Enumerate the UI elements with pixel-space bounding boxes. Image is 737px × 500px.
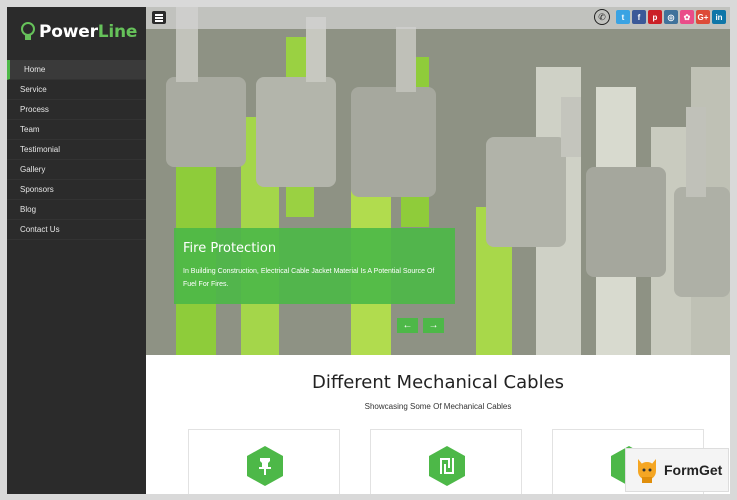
sidebar-item-contact-us[interactable]: Contact Us [7, 220, 146, 240]
formget-text: FormGet [664, 462, 723, 478]
page-frame: PowerLine Home Service Process Team Testimon… [7, 7, 730, 494]
twitter-icon[interactable]: t [616, 10, 630, 24]
slide-title: Fire Protection [183, 241, 277, 256]
pin-icon [247, 446, 283, 486]
sidebar-item-service[interactable]: Service [7, 80, 146, 100]
slide-text: In Building Construction, Electrical Cab… [183, 268, 435, 288]
arrow-right-icon: → [428, 320, 439, 331]
logo[interactable]: PowerLine [19, 19, 137, 45]
sidebar: PowerLine Home Service Process Team Testimon… [7, 7, 146, 494]
slider-next-button[interactable]: → [423, 318, 444, 333]
google-plus-icon[interactable]: G+ [696, 10, 710, 24]
linkedin-icon[interactable]: in [712, 10, 726, 24]
section-title: Different Mechanical Cables [311, 372, 565, 393]
bulb-logo-icon [21, 22, 35, 40]
menu-toggle-button[interactable] [152, 11, 166, 24]
sidebar-item-gallery[interactable]: Gallery [7, 160, 146, 180]
sidebar-item-testimonial[interactable]: Testimonial [7, 140, 146, 160]
sidebar-item-home[interactable]: Home [7, 60, 146, 80]
top-bar: ✆ t f p ◎ ✿ G+ in [146, 7, 730, 29]
sidebar-item-sponsors[interactable]: Sponsors [7, 180, 146, 200]
formget-badge[interactable]: FormGet [625, 448, 729, 492]
facebook-icon[interactable]: f [632, 10, 646, 24]
sidebar-item-process[interactable]: Process [7, 100, 146, 120]
slider-prev-button[interactable]: ← [397, 318, 418, 333]
sidebar-item-blog[interactable]: Blog [7, 200, 146, 220]
dribbble-icon[interactable]: ✿ [680, 10, 694, 24]
arrow-left-icon: ← [402, 320, 413, 331]
section-subtitle: Showcasing Some Of Mechanical Cables [364, 402, 512, 411]
sidebar-nav: Home Service Process Team Testimonial Gallery… [7, 60, 146, 240]
pinterest-icon[interactable]: p [648, 10, 662, 24]
slide-caption: Fire Protection In Building Construction… [174, 228, 455, 304]
brand-name: PowerLine [39, 22, 138, 42]
shekel-icon [429, 446, 465, 486]
hero-slider: ✆ t f p ◎ ✿ G+ in Fire Protection In Building … [146, 7, 730, 355]
phone-icon[interactable]: ✆ [594, 9, 610, 25]
sidebar-item-team[interactable]: Team [7, 120, 146, 140]
instagram-icon[interactable]: ◎ [664, 10, 678, 24]
cat-logo-icon [638, 459, 656, 483]
social-links: ✆ t f p ◎ ✿ G+ in [594, 9, 726, 25]
